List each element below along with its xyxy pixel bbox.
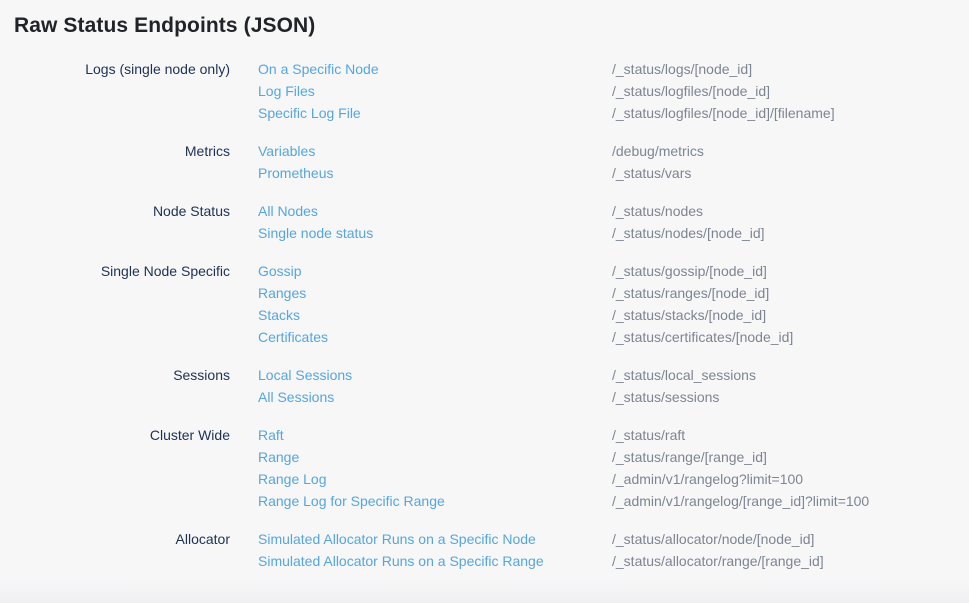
endpoint-row: Range Log for Specific Range /_admin/v1/… xyxy=(258,490,969,512)
category-label: Metrics xyxy=(14,140,258,184)
page-title: Raw Status Endpoints (JSON) xyxy=(14,13,969,39)
endpoint-path: /_status/stacks/[node_id] xyxy=(612,304,766,326)
endpoint-row: All Nodes /_status/nodes xyxy=(258,200,969,222)
endpoint-row: Log Files /_status/logfiles/[node_id] xyxy=(258,80,969,102)
endpoint-link[interactable]: Simulated Allocator Runs on a Specific R… xyxy=(258,553,544,569)
endpoint-path: /_admin/v1/rangelog?limit=100 xyxy=(612,468,803,490)
endpoint-link[interactable]: Log Files xyxy=(258,83,315,99)
endpoint-link[interactable]: Raft xyxy=(258,427,284,443)
category-label: Sessions xyxy=(14,364,258,408)
endpoint-group: Cluster Wide Raft /_status/raft Range /_… xyxy=(14,424,969,512)
endpoint-link[interactable]: Stacks xyxy=(258,307,300,323)
endpoint-link[interactable]: Range Log xyxy=(258,471,327,487)
endpoint-row: Raft /_status/raft xyxy=(258,424,969,446)
endpoint-link[interactable]: Variables xyxy=(258,143,315,159)
category-label: Node Status xyxy=(14,200,258,244)
endpoint-link[interactable]: Range xyxy=(258,449,299,465)
endpoint-link[interactable]: On a Specific Node xyxy=(258,61,379,77)
endpoint-row: Range /_status/range/[range_id] xyxy=(258,446,969,468)
endpoint-row: All Sessions /_status/sessions xyxy=(258,386,969,408)
endpoint-link[interactable]: Local Sessions xyxy=(258,367,352,383)
endpoint-path: /_status/range/[range_id] xyxy=(612,446,767,468)
endpoint-link[interactable]: Certificates xyxy=(258,329,328,345)
endpoint-rows: Gossip /_status/gossip/[node_id] Ranges … xyxy=(258,260,969,348)
category-label: Logs (single node only) xyxy=(14,58,258,124)
endpoint-groups: Logs (single node only) On a Specific No… xyxy=(14,58,969,572)
endpoint-path: /_status/sessions xyxy=(612,386,719,408)
debug-endpoints-page: Raw Status Endpoints (JSON) Logs (single… xyxy=(0,0,969,603)
endpoint-path: /_status/local_sessions xyxy=(612,364,756,386)
endpoint-link[interactable]: All Nodes xyxy=(258,203,318,219)
endpoint-group: Metrics Variables /debug/metrics Prometh… xyxy=(14,140,969,184)
endpoint-path: /_status/nodes/[node_id] xyxy=(612,222,765,244)
endpoint-path: /_status/raft xyxy=(612,424,685,446)
endpoint-link[interactable]: Gossip xyxy=(258,263,302,279)
endpoint-path: /_status/ranges/[node_id] xyxy=(612,282,769,304)
endpoint-link[interactable]: Range Log for Specific Range xyxy=(258,493,445,509)
endpoint-path: /_status/logfiles/[node_id] xyxy=(612,80,770,102)
endpoint-row: Stacks /_status/stacks/[node_id] xyxy=(258,304,969,326)
endpoint-row: Gossip /_status/gossip/[node_id] xyxy=(258,260,969,282)
category-label: Allocator xyxy=(14,528,258,572)
endpoint-path: /_status/allocator/range/[range_id] xyxy=(612,550,824,572)
endpoint-path: /_status/allocator/node/[node_id] xyxy=(612,528,814,550)
endpoint-link[interactable]: Specific Log File xyxy=(258,105,361,121)
endpoint-row: On a Specific Node /_status/logs/[node_i… xyxy=(258,58,969,80)
endpoint-row: Single node status /_status/nodes/[node_… xyxy=(258,222,969,244)
endpoint-path: /debug/metrics xyxy=(612,140,704,162)
category-label: Cluster Wide xyxy=(14,424,258,512)
endpoint-row: Local Sessions /_status/local_sessions xyxy=(258,364,969,386)
endpoint-row: Simulated Allocator Runs on a Specific N… xyxy=(258,528,969,550)
endpoint-group: Node Status All Nodes /_status/nodes Sin… xyxy=(14,200,969,244)
endpoint-path: /_status/logfiles/[node_id]/[filename] xyxy=(612,102,835,124)
endpoint-group: Allocator Simulated Allocator Runs on a … xyxy=(14,528,969,572)
endpoint-path: /_status/vars xyxy=(612,162,691,184)
endpoint-rows: On a Specific Node /_status/logs/[node_i… xyxy=(258,58,969,124)
endpoint-rows: Simulated Allocator Runs on a Specific N… xyxy=(258,528,969,572)
endpoint-row: Variables /debug/metrics xyxy=(258,140,969,162)
endpoint-row: Prometheus /_status/vars xyxy=(258,162,969,184)
endpoint-path: /_status/logs/[node_id] xyxy=(612,58,752,80)
endpoint-link[interactable]: Prometheus xyxy=(258,165,333,181)
endpoint-link[interactable]: All Sessions xyxy=(258,389,334,405)
endpoint-rows: Raft /_status/raft Range /_status/range/… xyxy=(258,424,969,512)
endpoint-rows: Local Sessions /_status/local_sessions A… xyxy=(258,364,969,408)
endpoint-rows: Variables /debug/metrics Prometheus /_st… xyxy=(258,140,969,184)
endpoint-row: Simulated Allocator Runs on a Specific R… xyxy=(258,550,969,572)
endpoint-rows: All Nodes /_status/nodes Single node sta… xyxy=(258,200,969,244)
endpoint-group: Sessions Local Sessions /_status/local_s… xyxy=(14,364,969,408)
endpoint-row: Specific Log File /_status/logfiles/[nod… xyxy=(258,102,969,124)
endpoint-path: /_status/nodes xyxy=(612,200,703,222)
endpoint-link[interactable]: Simulated Allocator Runs on a Specific N… xyxy=(258,531,536,547)
endpoint-link[interactable]: Single node status xyxy=(258,225,373,241)
endpoint-path: /_admin/v1/rangelog/[range_id]?limit=100 xyxy=(612,490,869,512)
endpoint-group: Logs (single node only) On a Specific No… xyxy=(14,58,969,124)
endpoint-row: Range Log /_admin/v1/rangelog?limit=100 xyxy=(258,468,969,490)
endpoint-row: Ranges /_status/ranges/[node_id] xyxy=(258,282,969,304)
endpoint-group: Single Node Specific Gossip /_status/gos… xyxy=(14,260,969,348)
endpoint-link[interactable]: Ranges xyxy=(258,285,306,301)
endpoint-row: Certificates /_status/certificates/[node… xyxy=(258,326,969,348)
endpoint-path: /_status/gossip/[node_id] xyxy=(612,260,767,282)
category-label: Single Node Specific xyxy=(14,260,258,348)
endpoint-path: /_status/certificates/[node_id] xyxy=(612,326,793,348)
